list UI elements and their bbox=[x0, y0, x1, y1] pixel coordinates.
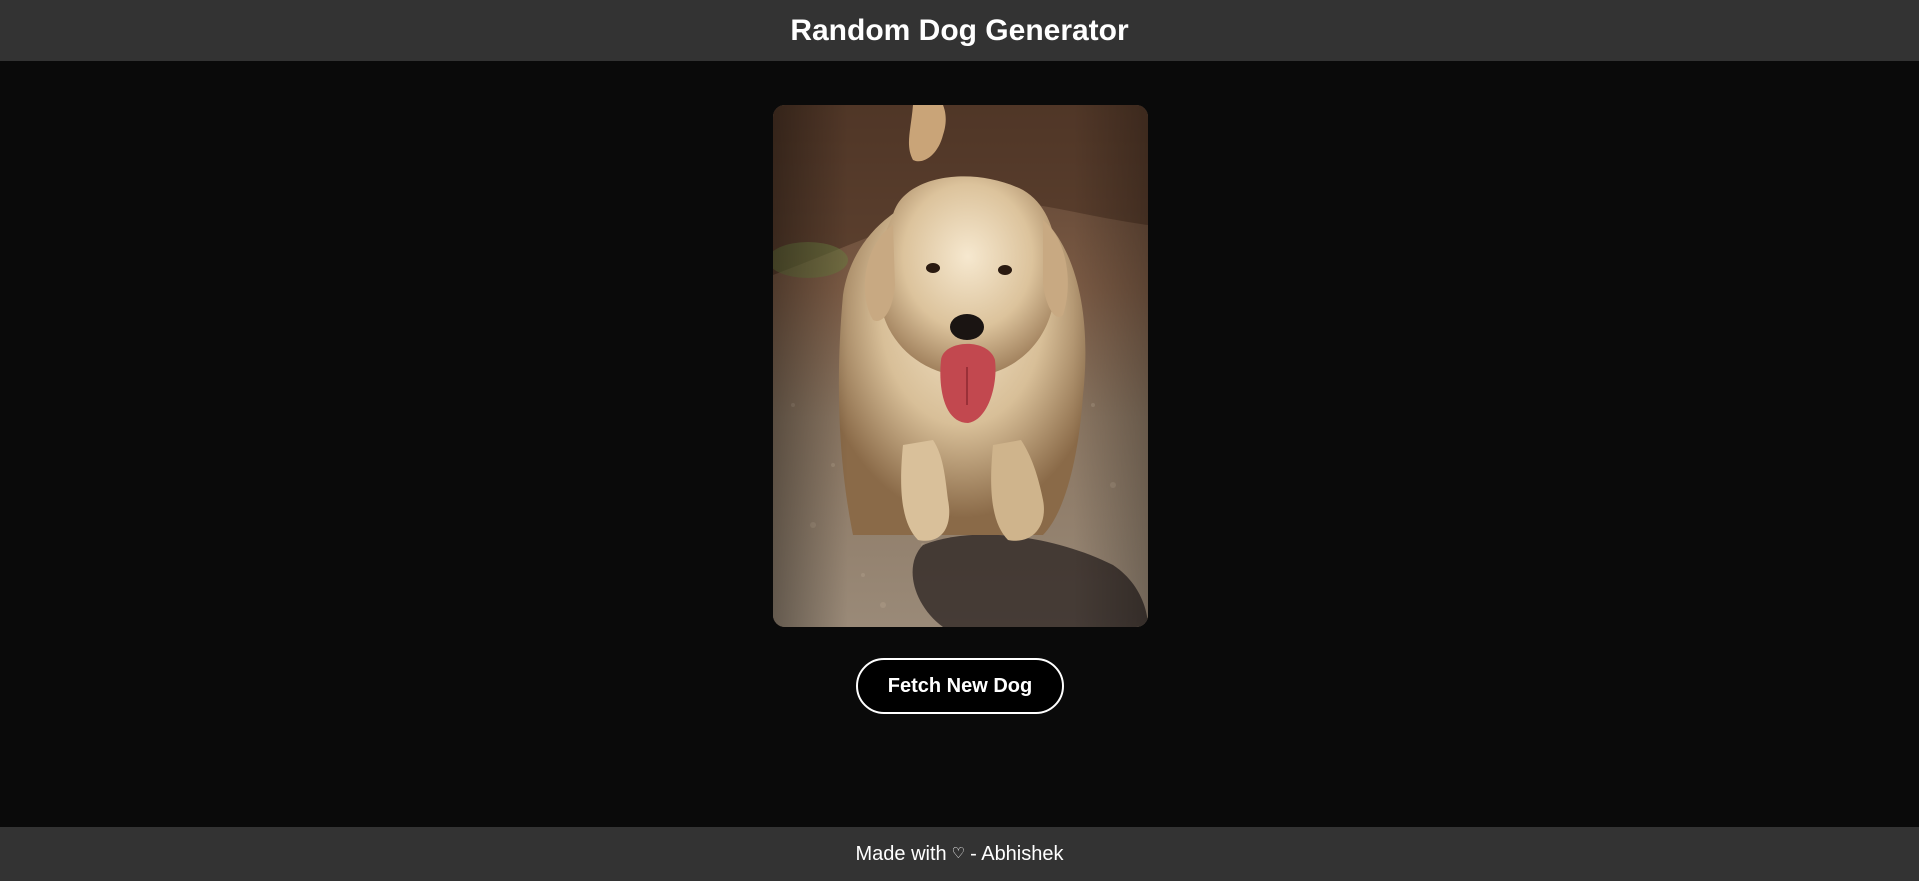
fetch-new-dog-button[interactable]: Fetch New Dog bbox=[856, 658, 1064, 714]
heart-icon: ♡ bbox=[951, 845, 966, 862]
main-content: Fetch New Dog bbox=[0, 61, 1919, 827]
app-header: Random Dog Generator bbox=[0, 0, 1919, 61]
dog-photo-illustration bbox=[773, 105, 1148, 627]
page-title: Random Dog Generator bbox=[790, 13, 1129, 47]
dog-image bbox=[773, 105, 1148, 627]
footer-made-with: Made with bbox=[855, 842, 947, 865]
footer-author: - Abhishek bbox=[970, 842, 1064, 865]
app-footer: Made with ♡ - Abhishek bbox=[0, 827, 1919, 881]
